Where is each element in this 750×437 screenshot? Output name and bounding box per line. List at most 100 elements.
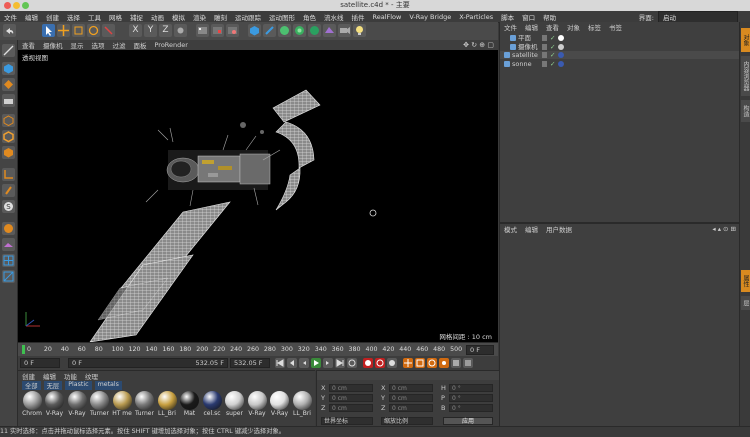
record-keys-icon[interactable] bbox=[363, 358, 373, 368]
menu-snap[interactable]: 捕捉 bbox=[126, 12, 147, 22]
previous-frame-icon[interactable] bbox=[299, 358, 309, 368]
previous-key-icon[interactable] bbox=[287, 358, 297, 368]
select-cursor-icon[interactable] bbox=[42, 24, 55, 37]
cube-icon[interactable] bbox=[248, 24, 261, 37]
visibility-toggle-icon[interactable] bbox=[542, 60, 547, 67]
tab-attributes[interactable]: 属性 bbox=[741, 270, 750, 292]
keyframe-selection-icon[interactable] bbox=[387, 358, 397, 368]
scale-icon[interactable] bbox=[72, 24, 85, 37]
tab-layers[interactable]: 层 bbox=[741, 296, 750, 310]
material-swatch[interactable]: LL_Bri bbox=[157, 391, 177, 417]
soft-selection-icon[interactable] bbox=[2, 222, 15, 235]
apply-button[interactable]: 应用 bbox=[443, 417, 493, 425]
object-list-item[interactable]: satellite ✓ bbox=[500, 51, 740, 59]
coordinate-value-field[interactable]: 0 cm bbox=[389, 384, 433, 392]
enable-checkmark-icon[interactable]: ✓ bbox=[550, 51, 555, 59]
go-to-end-icon[interactable] bbox=[335, 358, 345, 368]
menu-mograph[interactable]: 运动图形 bbox=[265, 12, 299, 22]
camera-icon[interactable] bbox=[338, 24, 351, 37]
size-mode-select[interactable]: 缩放比例 bbox=[381, 417, 433, 425]
go-to-start-icon[interactable] bbox=[275, 358, 285, 368]
menu-edit[interactable]: 编辑 bbox=[21, 12, 42, 22]
minimize-window-button[interactable] bbox=[13, 2, 20, 9]
move-icon[interactable] bbox=[57, 24, 70, 37]
coordinate-value-field[interactable]: 0 ° bbox=[449, 404, 493, 412]
material-swatch[interactable]: Chrom bbox=[22, 391, 42, 417]
menu-help[interactable]: 帮助 bbox=[539, 12, 560, 22]
tab-content-browser[interactable]: 内容浏览器 bbox=[741, 56, 750, 96]
menu-animate[interactable]: 动画 bbox=[147, 12, 168, 22]
coordinate-value-field[interactable]: 0 ° bbox=[449, 384, 493, 392]
layout-select[interactable]: 启动 bbox=[658, 10, 738, 23]
menu-motion-tracking[interactable]: 运动跟踪 bbox=[231, 12, 265, 22]
object-menu-tags[interactable]: 标签 bbox=[584, 22, 605, 32]
zoom-window-button[interactable] bbox=[22, 2, 29, 9]
menu-mesh[interactable]: 网格 bbox=[105, 12, 126, 22]
recent-tool-icon[interactable] bbox=[102, 24, 115, 37]
light-icon[interactable] bbox=[353, 24, 366, 37]
material-swatch[interactable]: LL_Bri bbox=[292, 391, 312, 417]
material-menu-function[interactable]: 功能 bbox=[60, 371, 81, 381]
object-list-item[interactable]: sonne ✓ bbox=[500, 60, 740, 68]
tab-structure[interactable]: 构造 bbox=[741, 100, 750, 122]
coordinate-mode-select[interactable]: 世界坐标 bbox=[321, 417, 373, 425]
object-tag-icon[interactable] bbox=[558, 43, 564, 50]
object-menu-view[interactable]: 查看 bbox=[542, 22, 563, 32]
material-swatch[interactable]: HT me bbox=[112, 391, 132, 417]
snap-icon[interactable]: S bbox=[2, 200, 15, 213]
timeline-end-field[interactable]: 0 F bbox=[466, 345, 494, 355]
visibility-toggle-icon[interactable] bbox=[542, 52, 547, 58]
object-menu-objects[interactable]: 对象 bbox=[563, 22, 584, 32]
menu-character[interactable]: 角色 bbox=[299, 12, 320, 22]
menu-render[interactable]: 渲染 bbox=[189, 12, 210, 22]
z-axis-lock-icon[interactable]: Z bbox=[159, 24, 172, 37]
coordinate-value-field[interactable]: 0 cm bbox=[329, 394, 373, 402]
key-scale-icon[interactable] bbox=[415, 358, 425, 368]
material-swatch[interactable]: Mat bbox=[180, 391, 200, 417]
key-rotation-icon[interactable] bbox=[427, 358, 437, 368]
enable-checkmark-icon[interactable]: ✓ bbox=[550, 43, 555, 51]
menu-tools[interactable]: 工具 bbox=[84, 12, 105, 22]
scene-floor-icon[interactable] bbox=[323, 24, 336, 37]
object-tag-icon[interactable] bbox=[558, 35, 564, 41]
material-swatch[interactable]: V-Ray bbox=[45, 391, 65, 417]
frame-range-slider[interactable]: 0 F 532.05 F bbox=[68, 358, 228, 368]
autokey-icon[interactable] bbox=[375, 358, 385, 368]
menu-window[interactable]: 窗口 bbox=[518, 12, 539, 22]
attribute-menu-user-data[interactable]: 用户数据 bbox=[542, 224, 576, 234]
material-swatch[interactable]: cel.sc bbox=[202, 391, 222, 417]
polygons-mode-icon[interactable] bbox=[2, 146, 15, 159]
end-frame-field[interactable]: 532.05 F bbox=[230, 358, 270, 368]
menu-pipeline[interactable]: 流水线 bbox=[320, 12, 348, 22]
material-swatch[interactable]: V-Ray bbox=[67, 391, 87, 417]
menu-script[interactable]: 脚本 bbox=[497, 12, 518, 22]
timeline-options-icon[interactable] bbox=[463, 358, 473, 368]
viewport-menu-options[interactable]: 选项 bbox=[88, 40, 109, 50]
menu-realflow[interactable]: RealFlow bbox=[369, 13, 406, 21]
edges-mode-icon[interactable] bbox=[2, 130, 15, 143]
array-icon[interactable] bbox=[293, 24, 306, 37]
attribute-menu-mode[interactable]: 模式 bbox=[500, 224, 521, 234]
menu-simulate[interactable]: 模拟 bbox=[168, 12, 189, 22]
coordinate-value-field[interactable]: 0 cm bbox=[329, 384, 373, 392]
pen-spline-icon[interactable] bbox=[263, 24, 276, 37]
render-settings-icon[interactable] bbox=[226, 24, 239, 37]
key-pla-icon[interactable] bbox=[451, 358, 461, 368]
grid-workplane-icon[interactable] bbox=[2, 254, 15, 267]
coordinate-value-field[interactable]: 0 cm bbox=[329, 404, 373, 412]
render-view-icon[interactable] bbox=[196, 24, 209, 37]
object-menu-bookmarks[interactable]: 书签 bbox=[605, 22, 626, 32]
viewport-menu-display[interactable]: 显示 bbox=[67, 40, 88, 50]
enable-axis-icon[interactable] bbox=[2, 168, 15, 181]
key-position-icon[interactable] bbox=[403, 358, 413, 368]
start-frame-field[interactable]: 0 F bbox=[20, 358, 60, 368]
tab-objects[interactable]: 对象 bbox=[741, 28, 750, 52]
attribute-menu-edit[interactable]: 编辑 bbox=[521, 224, 542, 234]
make-editable-icon[interactable] bbox=[2, 44, 15, 57]
undo-icon[interactable] bbox=[3, 24, 16, 37]
menu-x-particles[interactable]: X-Particles bbox=[455, 13, 497, 21]
menu-sculpt[interactable]: 雕刻 bbox=[210, 12, 231, 22]
object-tag-icon[interactable] bbox=[558, 60, 564, 67]
viewport-navigation-icons[interactable]: ✥ ↻ ⊕ ▢ bbox=[459, 41, 498, 49]
rotate-icon[interactable] bbox=[87, 24, 100, 37]
